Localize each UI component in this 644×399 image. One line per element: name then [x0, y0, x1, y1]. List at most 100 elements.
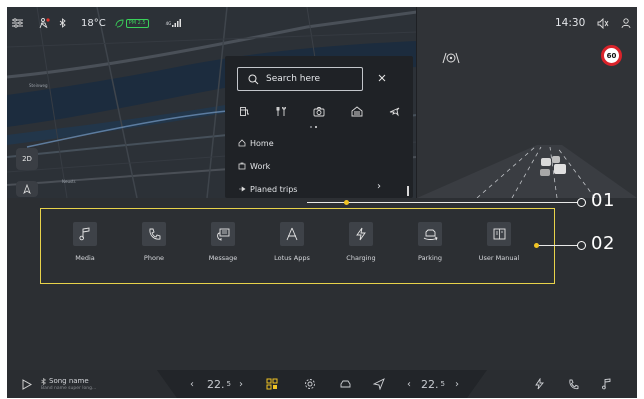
app-media[interactable]: Media: [55, 222, 115, 262]
callout-label-02: 02: [591, 233, 615, 254]
work-icon: [238, 162, 246, 170]
gear-icon: [305, 379, 315, 389]
temp-left-increase-button[interactable]: ›: [239, 370, 243, 398]
menu-item-work[interactable]: Work: [238, 159, 270, 173]
vehicle-button[interactable]: [337, 370, 353, 398]
category-parking-button[interactable]: [348, 103, 366, 119]
home-grid-button[interactable]: [264, 370, 280, 398]
play-icon: [22, 378, 32, 390]
vehicle-ahead: [540, 169, 550, 176]
menu-item-label: Home: [250, 138, 274, 148]
user-profile-icon[interactable]: [621, 17, 631, 29]
search-panel: Search here Home Work Planed trips ›: [225, 56, 413, 198]
road-label: Steinweg: [29, 83, 48, 88]
app-charging[interactable]: Charging: [331, 222, 391, 262]
close-icon: [378, 74, 386, 82]
infotainment-screen: Steinweg Neustr. 2D 60 18°C PM 2.5 4G 14…: [7, 7, 637, 398]
speed-limit-value: 60: [606, 51, 617, 60]
menu-item-label: Planed trips: [250, 184, 298, 194]
cellular-signal-icon: 4G: [166, 19, 182, 27]
car-icon: [340, 380, 350, 387]
menu-item-home[interactable]: Home: [238, 136, 274, 150]
category-camera-button[interactable]: [310, 103, 328, 119]
media-shortcut-button[interactable]: [599, 370, 613, 398]
menu-item-planed-trips[interactable]: Planed trips: [238, 182, 297, 196]
temp-right-decimal: 5: [440, 380, 445, 388]
volume-muted-icon[interactable]: [597, 17, 609, 29]
app-tile: [418, 222, 442, 246]
road-visualization: [417, 7, 637, 198]
temp-right-display: 22. 5: [421, 370, 445, 398]
temp-right-value: 22.: [421, 377, 439, 391]
outside-temperature: 18°C: [81, 17, 106, 29]
restaurant-icon: [276, 106, 286, 116]
app-label: Parking: [417, 254, 443, 262]
music-note-icon: [601, 378, 610, 390]
apps-icon: [286, 227, 298, 241]
vehicle-ahead: [554, 164, 566, 174]
close-button[interactable]: [375, 71, 389, 85]
callout-label-01: 01: [591, 190, 615, 211]
callout-anchor-01: [344, 200, 349, 205]
settings-sliders-icon[interactable]: [12, 18, 23, 28]
parking-icon: [423, 229, 438, 240]
app-parking[interactable]: Parking: [400, 222, 460, 262]
category-airport-button[interactable]: [385, 103, 403, 119]
chevron-right-icon[interactable]: ›: [377, 181, 381, 192]
scrollbar[interactable]: [407, 186, 409, 196]
lightning-icon: [356, 227, 366, 241]
settings-button[interactable]: [302, 370, 318, 398]
airplane-icon: [389, 107, 399, 116]
map-view-2d-button[interactable]: 2D: [16, 148, 38, 170]
charging-station-icon: [239, 106, 249, 116]
trips-icon: [239, 186, 246, 192]
phone-icon: [148, 228, 160, 240]
temp-right-decrease-button[interactable]: ‹: [407, 370, 411, 398]
camera-icon: [313, 106, 325, 116]
app-message[interactable]: Message: [193, 222, 253, 262]
app-tile: [487, 222, 511, 246]
search-input[interactable]: Search here: [237, 67, 363, 91]
app-label: Lotus Apps: [274, 254, 310, 262]
category-restaurant-button[interactable]: [273, 103, 291, 119]
navigation-button[interactable]: [371, 370, 387, 398]
callout-marker-02: [577, 241, 586, 250]
temp-left-value: 22.: [207, 377, 225, 391]
app-lotus-apps[interactable]: Lotus Apps: [262, 222, 322, 262]
compass-button[interactable]: [16, 181, 38, 197]
temp-left-decrease-button[interactable]: ‹: [190, 370, 194, 398]
phone-shortcut-button[interactable]: [566, 370, 580, 398]
app-label: Media: [75, 254, 95, 262]
status-bar-right: 14:30: [555, 14, 631, 32]
lightning-icon: [534, 378, 544, 390]
temp-right-increase-button[interactable]: ›: [455, 370, 459, 398]
charging-shortcut-button[interactable]: [532, 370, 546, 398]
temp-left-display: 22. 5: [207, 370, 231, 398]
air-quality-icon: PM 2.5: [115, 18, 149, 28]
view-mode-label: 2D: [22, 155, 32, 163]
app-tile: [349, 222, 373, 246]
callout-marker-01: [577, 198, 586, 207]
app-launcher-highlight: Media Phone Message Lotus Apps Charging: [40, 208, 555, 284]
seatbelt-warning-icon: [38, 17, 50, 29]
search-icon: [248, 74, 259, 84]
now-playing[interactable]: Song name Band name super long...: [41, 370, 96, 398]
category-charging-button[interactable]: [235, 103, 253, 119]
driver-monitor-icon: [442, 50, 460, 69]
road-label: Neustr.: [62, 179, 77, 184]
app-phone[interactable]: Phone: [124, 222, 184, 262]
app-label: Charging: [346, 254, 376, 262]
play-button[interactable]: [21, 370, 33, 398]
app-tile: [280, 222, 304, 246]
bottom-dock: Song name Band name super long... ‹ 22. 5…: [7, 370, 637, 398]
app-user-manual[interactable]: User Manual: [469, 222, 529, 262]
callout-anchor-02: [534, 243, 539, 248]
clock: 14:30: [555, 17, 586, 29]
status-bar-left: 18°C PM 2.5 4G: [12, 14, 182, 32]
menu-item-label: Work: [250, 161, 271, 171]
page-indicator: [310, 126, 317, 128]
bluetooth-icon: [41, 377, 46, 385]
app-label: Phone: [143, 254, 165, 262]
song-name: Song name: [49, 377, 89, 385]
network-type: 4G: [165, 20, 172, 26]
